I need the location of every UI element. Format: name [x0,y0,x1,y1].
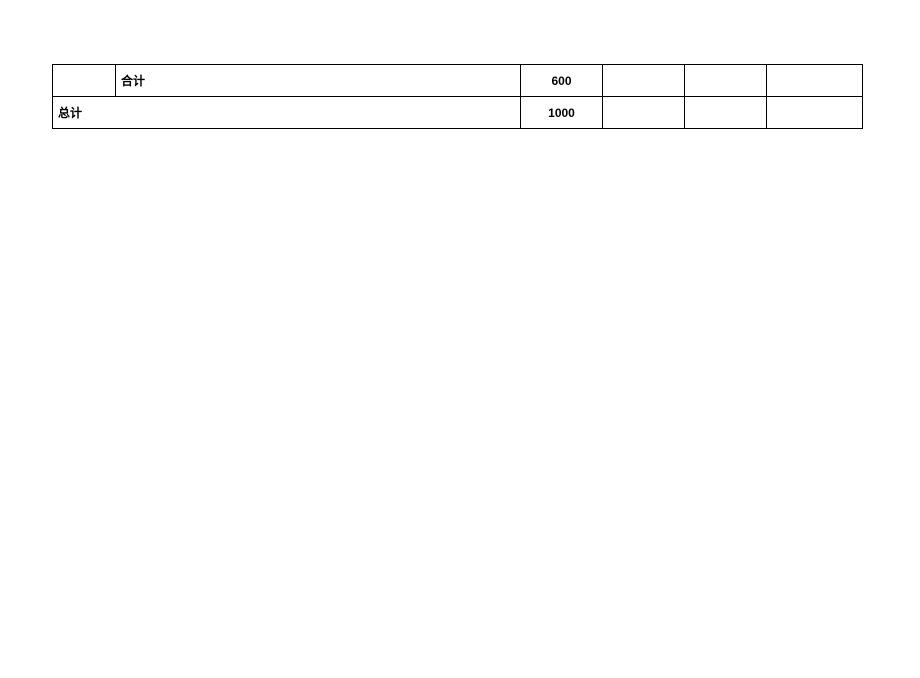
page: 合计 600 总计 1000 [0,0,920,678]
cell-empty [685,65,767,97]
total-label: 总计 [53,97,521,129]
subtotal-value: 600 [521,65,603,97]
table-row: 总计 1000 [53,97,863,129]
cell-empty [53,65,116,97]
cell-empty [685,97,767,129]
summary-table: 合计 600 总计 1000 [52,64,863,129]
total-value: 1000 [521,97,603,129]
cell-empty [603,97,685,129]
subtotal-label: 合计 [116,65,521,97]
cell-empty [603,65,685,97]
table-row: 合计 600 [53,65,863,97]
cell-empty [767,97,863,129]
summary-table-wrap: 合计 600 总计 1000 [52,64,862,129]
cell-empty [767,65,863,97]
